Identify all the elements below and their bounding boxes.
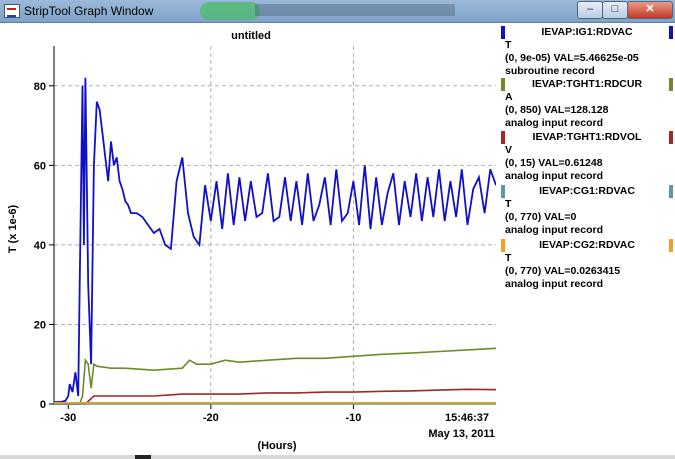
close-button[interactable]: ✕ [627, 1, 673, 19]
legend-record-type: analog input record [505, 170, 604, 182]
legend-range-value: (0, 15) VAL=0.61248 [505, 157, 603, 169]
window-title: StripTool Graph Window [24, 4, 154, 18]
series-line-1 [54, 77, 496, 403]
y-tick-label: 20 [34, 319, 46, 331]
y-tick-label: 80 [34, 81, 46, 93]
x-tick-label: -30 [60, 412, 76, 424]
series-line-3 [54, 388, 496, 405]
background-window-blur-text [255, 4, 455, 16]
legend-entry-cg1[interactable]: IEVAP:CG1:RDVAC T (0, 770) VAL=0 analog … [499, 185, 675, 237]
legend-header[interactable]: IEVAP:CG2:RDVAC [501, 239, 673, 252]
legend-range-value: (0, 9e-05) VAL=5.46625e-05 [505, 52, 639, 64]
striptool-app-icon[interactable] [4, 4, 20, 18]
legend-record-type: subroutine record [505, 65, 595, 77]
legend-units: T [505, 198, 512, 210]
legend-entry-ig1[interactable]: IEVAP:IG1:RDVAC T (0, 9e-05) VAL=5.46625… [499, 26, 675, 78]
title-bar: StripTool Graph Window – □ ✕ [0, 0, 675, 23]
legend-units: T [505, 252, 512, 264]
legend-header[interactable]: IEVAP:IG1:RDVAC [501, 26, 673, 39]
legend-record-type: analog input record [505, 117, 604, 129]
legend-header[interactable]: IEVAP:TGHT1:RDVOL [501, 131, 673, 144]
maximize-button[interactable]: □ [602, 1, 628, 19]
y-tick-label: 0 [40, 399, 46, 411]
legend-header[interactable]: IEVAP:TGHT1:RDCUR [501, 78, 673, 91]
legend-range-value: (0, 770) VAL=0.0263415 [505, 265, 621, 277]
current-date: May 13, 2011 [428, 428, 495, 440]
y-tick-label: 60 [34, 160, 46, 172]
legend-units: A [505, 91, 513, 103]
legend-header[interactable]: IEVAP:CG1:RDVAC [501, 185, 673, 198]
series-group [54, 77, 496, 405]
background-window-blur [200, 2, 260, 20]
current-time: 15:46:37 [445, 412, 489, 424]
taskbar-strip [0, 455, 675, 459]
grid-lines [54, 46, 496, 404]
y-axis-label: T (x 1e-6) [7, 205, 19, 254]
x-tick-label: -10 [345, 412, 361, 424]
legend-range-value: (0, 850) VAL=128.128 [505, 104, 609, 116]
legend-entry-tght1-rdvol[interactable]: IEVAP:TGHT1:RDVOL V (0, 15) VAL=0.61248 … [499, 131, 675, 183]
legend-units: T [505, 39, 512, 51]
minimize-button[interactable]: – [577, 1, 603, 19]
y-tick-label: 40 [34, 240, 46, 252]
strip-chart[interactable]: 80 60 40 20 0 -30 -20 -10 T (x 1e-6) (Hours) 15… [6, 24, 496, 454]
legend-entry-cg2[interactable]: IEVAP:CG2:RDVAC T (0, 770) VAL=0.0263415… [499, 239, 675, 291]
x-tick-label: -20 [203, 412, 219, 424]
taskbar-marker [135, 455, 151, 459]
legend-entry-tght1-rdcur[interactable]: IEVAP:TGHT1:RDCUR A (0, 850) VAL=128.128… [499, 78, 675, 130]
legend-units: V [505, 144, 513, 156]
x-axis-label: (Hours) [257, 440, 296, 452]
legend-record-type: analog input record [505, 278, 604, 290]
legend-record-type: analog input record [505, 224, 604, 236]
graph-panel[interactable]: untitled 80 60 40 20 0 -30 -20 -10 T (x 1e-6) (… [6, 24, 496, 454]
legend-range-value: (0, 770) VAL=0 [505, 211, 577, 223]
